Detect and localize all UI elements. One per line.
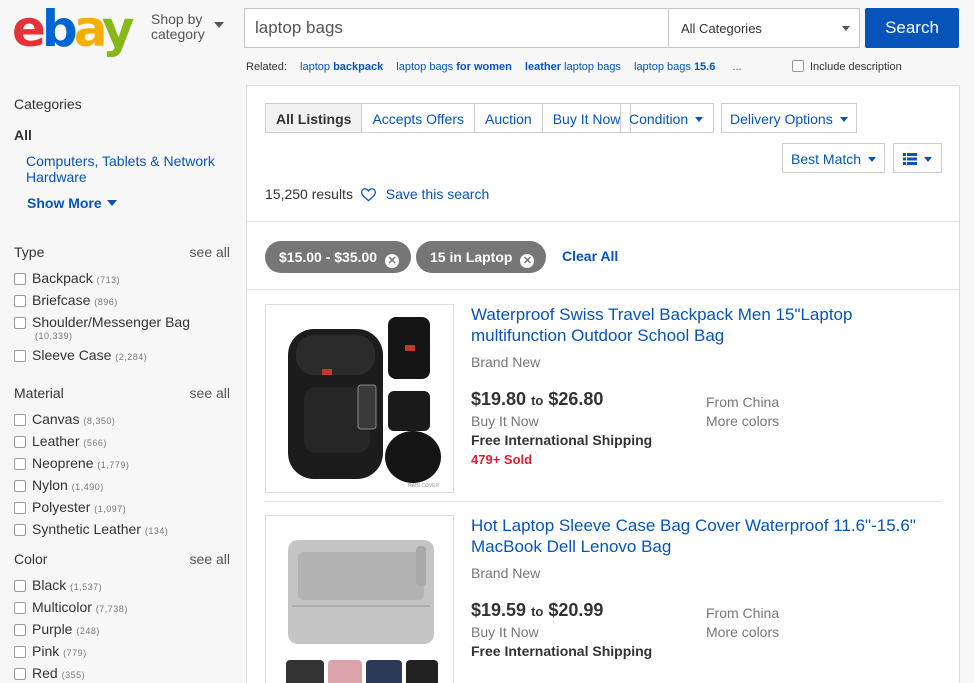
see-all-link[interactable]: see all bbox=[190, 244, 230, 260]
divider bbox=[265, 501, 941, 502]
related-link[interactable]: laptop backpack bbox=[300, 61, 383, 73]
divider bbox=[247, 289, 959, 290]
chevron-down-icon bbox=[839, 117, 848, 122]
search-input[interactable] bbox=[255, 18, 655, 38]
page: ebay Shop by category All Categories Sea… bbox=[0, 0, 974, 683]
results-count: 15,250 results bbox=[265, 186, 353, 202]
facet-option[interactable]: Synthetic Leather (134) bbox=[14, 521, 230, 537]
facet-option[interactable]: Neoprene (1,779) bbox=[14, 455, 230, 471]
related-link[interactable]: laptop bags for women bbox=[396, 61, 512, 73]
related-link[interactable]: leather laptop bags bbox=[525, 61, 621, 73]
facet-option[interactable]: Red (355) bbox=[14, 665, 230, 681]
item-condition: Brand New bbox=[471, 354, 541, 370]
divider bbox=[247, 221, 959, 222]
facet-option[interactable]: Backpack (713) bbox=[14, 270, 230, 286]
facet-option[interactable]: Purple (248) bbox=[14, 621, 230, 637]
item-location: From China bbox=[706, 605, 780, 621]
item-condition: Brand New bbox=[471, 565, 541, 581]
item-more-colors: More colors bbox=[706, 413, 780, 429]
item-format: Buy It Now bbox=[471, 413, 539, 429]
results-summary: 15,250 results Save this search bbox=[265, 186, 489, 202]
show-more-button[interactable]: Show More bbox=[27, 195, 230, 211]
chevron-down-icon bbox=[106, 200, 117, 206]
heart-icon[interactable] bbox=[360, 188, 376, 202]
view-toggle[interactable] bbox=[893, 143, 942, 173]
item-shipping: Free International Shipping bbox=[471, 643, 653, 659]
close-icon[interactable]: ✕ bbox=[385, 254, 400, 268]
tab-buy-it-now[interactable]: Buy It Now bbox=[542, 103, 632, 133]
category-all: All bbox=[14, 127, 32, 143]
category-link[interactable]: Computers, Tablets & Network Hardware bbox=[26, 153, 230, 185]
chevron-down-icon bbox=[868, 157, 877, 162]
list-item: RAIN COVER Waterproof Swiss Travel Backp… bbox=[265, 304, 941, 494]
close-icon[interactable]: ✕ bbox=[520, 254, 535, 268]
facet-option[interactable]: Sleeve Case (2,284) bbox=[14, 347, 230, 363]
chevron-down-icon bbox=[842, 26, 850, 31]
chevron-down-icon bbox=[214, 22, 224, 28]
item-location: From China bbox=[706, 394, 780, 410]
sleeve-image bbox=[266, 516, 453, 683]
facet-option[interactable]: Polyester (1,097) bbox=[14, 499, 230, 515]
facet-option[interactable]: Multicolor (7,738) bbox=[14, 599, 230, 615]
see-all-link[interactable]: see all bbox=[190, 385, 230, 401]
facet-option[interactable]: Black (1,537) bbox=[14, 577, 230, 593]
see-all-link[interactable]: see all bbox=[190, 551, 230, 567]
facet-color: Color see all Black (1,537) Multicolor (… bbox=[14, 551, 230, 681]
item-title[interactable]: Hot Laptop Sleeve Case Bag Cover Waterpr… bbox=[471, 515, 931, 557]
search-button[interactable]: Search bbox=[865, 8, 959, 48]
item-shipping: Free International Shipping bbox=[471, 432, 653, 448]
product-image[interactable] bbox=[265, 515, 454, 683]
include-description[interactable]: Include description bbox=[792, 60, 902, 73]
facet-type: Type see all Backpack (713) Briefcase (8… bbox=[14, 244, 230, 363]
item-format: Buy It Now bbox=[471, 624, 539, 640]
svg-text:RAIN COVER: RAIN COVER bbox=[408, 483, 440, 489]
product-image[interactable]: RAIN COVER bbox=[265, 304, 454, 493]
results-panel: All Listings Accepts Offers Auction Buy … bbox=[246, 85, 960, 683]
listing-tabs: All Listings Accepts Offers Auction Buy … bbox=[265, 103, 632, 133]
sort-dropdown[interactable]: Best Match bbox=[782, 143, 885, 173]
delivery-options-dropdown[interactable]: Delivery Options bbox=[721, 103, 857, 133]
facet-option[interactable]: Shoulder/Messenger Bag (10,339) bbox=[14, 314, 230, 341]
item-price: $19.59 to $20.99 bbox=[471, 600, 604, 620]
list-view-icon bbox=[903, 153, 917, 165]
include-description-checkbox[interactable] bbox=[792, 60, 804, 72]
item-title[interactable]: Waterproof Swiss Travel Backpack Men 15"… bbox=[471, 304, 931, 346]
facet-option[interactable]: Pink (779) bbox=[14, 643, 230, 659]
facet-option[interactable]: Nylon (1,490) bbox=[14, 477, 230, 493]
related-searches: Related: laptop backpack laptop bags for… bbox=[246, 61, 742, 73]
shop-by-category-button[interactable]: Shop by category bbox=[151, 12, 224, 42]
more-related-dots[interactable]: ... bbox=[732, 61, 741, 73]
related-link[interactable]: laptop bags 15.6 bbox=[634, 61, 715, 73]
search-bar: All Categories bbox=[244, 8, 860, 48]
facet-option[interactable]: Briefcase (896) bbox=[14, 292, 230, 308]
ebay-logo[interactable]: ebay bbox=[12, 4, 134, 54]
tab-auction[interactable]: Auction bbox=[475, 103, 543, 133]
filter-chip-laptop-size[interactable]: 15 in Laptop ✕ bbox=[416, 241, 547, 273]
tab-all-listings[interactable]: All Listings bbox=[265, 103, 363, 133]
sidebar: Categories All Computers, Tablets & Netw… bbox=[14, 96, 230, 681]
facet-option[interactable]: Canvas (8,350) bbox=[14, 411, 230, 427]
facet-option[interactable]: Leather (566) bbox=[14, 433, 230, 449]
facet-material: Material see all Canvas (8,350) Leather … bbox=[14, 385, 230, 537]
item-more-colors: More colors bbox=[706, 624, 780, 640]
chevron-down-icon bbox=[695, 117, 704, 122]
list-item: Hot Laptop Sleeve Case Bag Cover Waterpr… bbox=[265, 515, 941, 683]
condition-dropdown[interactable]: Condition bbox=[620, 103, 714, 133]
category-select[interactable]: All Categories bbox=[668, 9, 860, 47]
tab-accepts-offers[interactable]: Accepts Offers bbox=[362, 103, 476, 133]
clear-all-link[interactable]: Clear All bbox=[562, 248, 618, 264]
chevron-down-icon bbox=[924, 157, 932, 162]
categories-heading: Categories bbox=[14, 96, 82, 112]
item-sold-count: 479+ Sold bbox=[471, 452, 533, 467]
backpack-image: RAIN COVER bbox=[266, 305, 453, 492]
filter-chip-price[interactable]: $15.00 - $35.00 ✕ bbox=[265, 241, 412, 273]
save-search-link[interactable]: Save this search bbox=[386, 186, 490, 202]
item-price: $19.80 to $26.80 bbox=[471, 389, 604, 409]
